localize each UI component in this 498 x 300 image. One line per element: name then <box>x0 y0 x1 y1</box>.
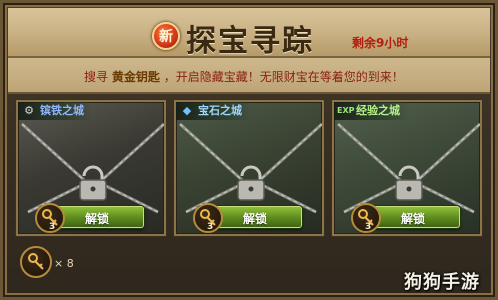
unlock-button[interactable]: 3 解锁 <box>193 203 302 233</box>
city-card-exp[interactable]: EXP 经验之城 3 解锁 <box>332 100 482 236</box>
card-title: ⚙ 镔铁之城 <box>18 102 92 120</box>
new-badge: 新 <box>152 22 180 50</box>
card-title-label: 经验之城 <box>356 104 400 117</box>
unlock-label: 解锁 <box>401 212 426 226</box>
intro-key-name: 黄金钥匙 <box>111 70 160 84</box>
key-cost: 3 <box>365 222 372 232</box>
card-title-label: 宝石之城 <box>198 104 242 117</box>
time-left-text: 剩余9小时 <box>352 36 409 50</box>
key-cost: 3 <box>49 222 56 232</box>
card-title: EXP 经验之城 <box>334 102 408 120</box>
intro-prefix: 搜寻 <box>84 70 109 84</box>
card-title-label: 镔铁之城 <box>40 104 84 117</box>
iron-icon: ⚙ <box>24 104 34 117</box>
intro-text: 搜寻 黄金钥匙 ，开启隐藏宝藏！无限财宝在等着您的到来！ <box>84 68 404 85</box>
unlock-button[interactable]: 3 解锁 <box>35 203 144 233</box>
city-card-iron[interactable]: ⚙ 镔铁之城 3 解锁 <box>16 100 166 236</box>
exp-icon: EXP <box>337 106 355 115</box>
page-title: 探宝寻踪 <box>186 24 314 59</box>
unlock-button[interactable]: 3 解锁 <box>351 203 460 233</box>
unlock-label: 解锁 <box>243 212 268 226</box>
golden-key-icon <box>20 246 52 278</box>
gem-icon: ◆ <box>182 104 192 117</box>
key-cost: 3 <box>207 222 214 232</box>
unlock-label: 解锁 <box>85 212 110 226</box>
site-watermark: 狗狗手游 <box>404 272 480 293</box>
card-title: ◆ 宝石之城 <box>176 102 250 120</box>
city-card-gem[interactable]: ◆ 宝石之城 3 解锁 <box>174 100 324 236</box>
key-count: × 8 <box>54 257 74 270</box>
intro-suffix: ，开启隐藏宝藏！无限财宝在等着您的到来！ <box>163 70 404 84</box>
